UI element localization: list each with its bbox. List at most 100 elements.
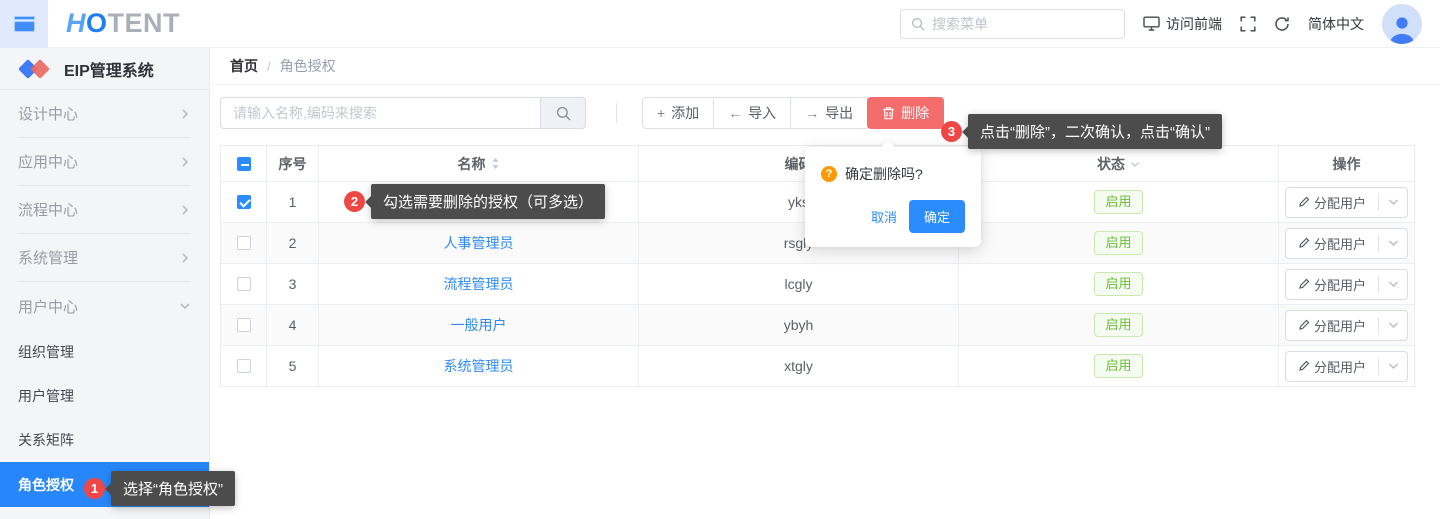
assign-user-button[interactable]: 分配用户 bbox=[1285, 187, 1408, 218]
assign-dropdown-button[interactable] bbox=[1379, 198, 1407, 206]
sidebar: EIP管理系统 设计中心 应用中心 流程中心 系统管理 用户中心 组织管理 用户… bbox=[0, 48, 210, 519]
row-code: xtgly bbox=[639, 346, 959, 386]
assign-user-button[interactable]: 分配用户 bbox=[1285, 310, 1408, 341]
fullscreen-icon[interactable] bbox=[1240, 16, 1256, 32]
cancel-button[interactable]: 取消 bbox=[871, 207, 897, 226]
refresh-icon[interactable] bbox=[1274, 16, 1290, 32]
row-seq: 3 bbox=[267, 264, 319, 304]
assign-dropdown-button[interactable] bbox=[1379, 321, 1407, 329]
app-window: HOTENT 访问前端 简体中文 bbox=[0, 0, 1440, 519]
sidebar-item-user-mgmt[interactable]: 用户管理 bbox=[0, 374, 209, 418]
role-name-link[interactable]: 流程管理员 bbox=[444, 274, 514, 294]
assign-user-button[interactable]: 分配用户 bbox=[1285, 351, 1408, 382]
annotation-tooltip: 勾选需要删除的授权（可多选） bbox=[371, 184, 605, 219]
status-badge: 启用 bbox=[1094, 313, 1142, 338]
plus-icon: + bbox=[657, 105, 665, 121]
main-content: 首页 / 角色授权 + 添加 ← 导入 bbox=[210, 48, 1440, 519]
arrow-right-icon: → bbox=[805, 105, 819, 121]
select-all-checkbox[interactable] bbox=[237, 157, 251, 171]
pencil-icon bbox=[1298, 278, 1310, 290]
visit-frontend-button[interactable]: 访问前端 bbox=[1143, 14, 1222, 34]
assign-user-button[interactable]: 分配用户 bbox=[1285, 269, 1408, 300]
select-all-cell bbox=[221, 146, 267, 181]
role-name-link[interactable]: 一般用户 bbox=[451, 315, 507, 335]
row-seq: 1 bbox=[267, 182, 319, 222]
toolbar-divider bbox=[616, 103, 617, 123]
table-row: 5 系统管理员 xtgly 启用 分配用户 bbox=[221, 346, 1414, 387]
row-code: lcgly bbox=[639, 264, 959, 304]
chevron-down-icon bbox=[1388, 198, 1399, 206]
table-toolbar: + 添加 ← 导入 → 导出 删除 bbox=[220, 97, 1415, 129]
breadcrumb-current: 角色授权 bbox=[280, 56, 336, 76]
role-name-link[interactable]: 系统管理员 bbox=[444, 356, 514, 376]
user-avatar[interactable] bbox=[1382, 4, 1422, 44]
row-seq: 2 bbox=[267, 223, 319, 263]
pencil-icon bbox=[1298, 360, 1310, 372]
menu-search-input[interactable] bbox=[932, 16, 1114, 32]
row-checkbox[interactable] bbox=[237, 236, 251, 250]
breadcrumb-separator: / bbox=[267, 59, 271, 74]
menu-search-box[interactable] bbox=[900, 9, 1125, 39]
role-search-input[interactable] bbox=[220, 97, 540, 129]
row-seq: 5 bbox=[267, 346, 319, 386]
search-button[interactable] bbox=[540, 97, 586, 129]
sidebar-item-org-mgmt[interactable]: 组织管理 bbox=[0, 330, 209, 374]
table-row: 3 流程管理员 lcgly 启用 分配用户 bbox=[221, 264, 1414, 305]
row-checkbox[interactable] bbox=[237, 318, 251, 332]
sidebar-item-design-center[interactable]: 设计中心 bbox=[18, 90, 191, 138]
assign-dropdown-button[interactable] bbox=[1379, 280, 1407, 288]
sidebar-item-relation-matrix[interactable]: 关系矩阵 bbox=[0, 418, 209, 462]
header-action: 操作 bbox=[1279, 146, 1414, 181]
annotation-step-3: 3 点击“删除”，二次确认，点击“确认” bbox=[941, 114, 1222, 149]
topbar-actions: 访问前端 简体中文 bbox=[900, 4, 1440, 44]
assign-dropdown-button[interactable] bbox=[1379, 239, 1407, 247]
import-button[interactable]: ← 导入 bbox=[713, 97, 791, 129]
sidebar-item-process-center[interactable]: 流程中心 bbox=[18, 186, 191, 234]
chevron-right-icon bbox=[179, 204, 191, 216]
sidebar-item-system-mgmt[interactable]: 系统管理 bbox=[18, 234, 191, 282]
filter-chevron-icon[interactable] bbox=[1130, 160, 1140, 168]
chevron-down-icon bbox=[179, 300, 191, 312]
sort-icon[interactable] bbox=[491, 157, 500, 170]
add-button[interactable]: + 添加 bbox=[642, 97, 714, 129]
pencil-icon bbox=[1298, 319, 1310, 331]
confirm-button[interactable]: 确定 bbox=[909, 200, 965, 233]
annotation-tooltip: 点击“删除”，二次确认，点击“确认” bbox=[968, 114, 1222, 149]
step-badge: 2 bbox=[344, 191, 365, 212]
assign-dropdown-button[interactable] bbox=[1379, 362, 1407, 370]
delete-popconfirm: ? 确定删除吗? 取消 确定 bbox=[805, 147, 981, 247]
help-icon: ? bbox=[821, 166, 837, 182]
status-badge: 启用 bbox=[1094, 190, 1142, 215]
export-button[interactable]: → 导出 bbox=[790, 97, 868, 129]
language-selector[interactable]: 简体中文 bbox=[1308, 14, 1364, 34]
row-checkbox[interactable] bbox=[237, 277, 251, 291]
delete-button[interactable]: 删除 bbox=[867, 97, 944, 129]
pencil-icon bbox=[1298, 237, 1310, 249]
sidebar-item-user-center[interactable]: 用户中心 bbox=[18, 282, 191, 330]
monitor-icon bbox=[1143, 16, 1160, 31]
row-checkbox[interactable] bbox=[237, 195, 251, 209]
trash-icon bbox=[882, 106, 895, 120]
annotation-step-1: 1 选择“角色授权” bbox=[84, 471, 235, 506]
row-code: ybyh bbox=[639, 305, 959, 345]
table-row: 4 一般用户 ybyh 启用 分配用户 bbox=[221, 305, 1414, 346]
breadcrumb-home[interactable]: 首页 bbox=[230, 56, 258, 76]
search-icon bbox=[911, 17, 925, 31]
chevron-down-icon bbox=[1388, 280, 1399, 288]
row-checkbox[interactable] bbox=[237, 359, 251, 373]
role-name-link[interactable]: 人事管理员 bbox=[444, 233, 514, 253]
eip-diamond-logo-icon bbox=[20, 57, 52, 81]
annotation-step-2: 2 勾选需要删除的授权（可多选） bbox=[344, 184, 605, 219]
annotation-tooltip: 选择“角色授权” bbox=[111, 471, 235, 506]
popconfirm-buttons: 取消 确定 bbox=[821, 200, 965, 233]
assign-user-button[interactable]: 分配用户 bbox=[1285, 228, 1408, 259]
sidebar-collapse-button[interactable] bbox=[0, 0, 48, 48]
chevron-down-icon bbox=[1388, 321, 1399, 329]
header-status: 状态 bbox=[959, 146, 1279, 181]
chevron-right-icon bbox=[179, 108, 191, 120]
sidebar-item-app-center[interactable]: 应用中心 bbox=[18, 138, 191, 186]
role-search-box bbox=[220, 97, 586, 129]
status-badge: 启用 bbox=[1094, 231, 1142, 256]
arrow-left-icon: ← bbox=[728, 105, 742, 121]
row-seq: 4 bbox=[267, 305, 319, 345]
